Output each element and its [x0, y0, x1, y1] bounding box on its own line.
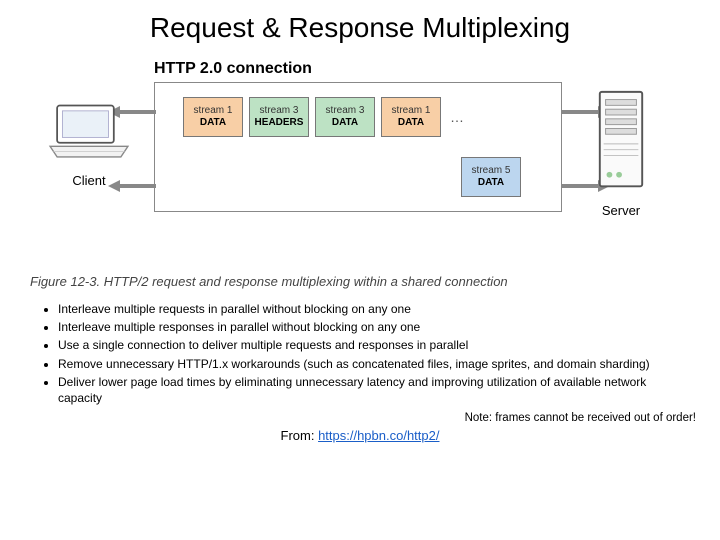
ellipsis: …	[447, 97, 467, 137]
frames-row-top: stream 1DATAstream 3HEADERSstream 3DATAs…	[183, 97, 467, 137]
server-label: Server	[592, 203, 650, 218]
list-item: Interleave multiple responses in paralle…	[58, 319, 680, 335]
slide-title: Request & Response Multiplexing	[0, 0, 720, 52]
connection-title: HTTP 2.0 connection	[154, 60, 312, 78]
frame-box: stream 1DATA	[381, 97, 441, 137]
list-item: Remove unnecessary HTTP/1.x workarounds …	[58, 356, 680, 372]
diagram: HTTP 2.0 connection stream 1DATAstream 3…	[30, 60, 690, 260]
list-item: Use a single connection to deliver multi…	[58, 337, 680, 353]
client-label: Client	[44, 173, 134, 188]
note-text: Note: frames cannot be received out of o…	[24, 412, 696, 424]
list-item: Interleave multiple requests in parallel…	[58, 301, 680, 317]
frame-box: stream 3DATA	[315, 97, 375, 137]
frame-box: stream 3HEADERS	[249, 97, 309, 137]
bullet-list: Interleave multiple requests in parallel…	[40, 301, 680, 406]
source-line: From: https://hpbn.co/http2/	[0, 428, 720, 443]
source-prefix: From:	[281, 428, 319, 443]
connection-box: stream 1DATAstream 3HEADERSstream 3DATAs…	[154, 82, 562, 212]
list-item: Deliver lower page load times by elimina…	[58, 374, 680, 406]
frame-box: stream 1DATA	[183, 97, 243, 137]
client-icon: Client	[44, 102, 134, 188]
frames-row-bottom: stream 5DATA	[461, 157, 521, 197]
frame-box: stream 5DATA	[461, 157, 521, 197]
figure-caption: Figure 12-3. HTTP/2 request and response…	[30, 274, 690, 289]
source-link[interactable]: https://hpbn.co/http2/	[318, 428, 439, 443]
server-icon: Server	[592, 88, 650, 218]
